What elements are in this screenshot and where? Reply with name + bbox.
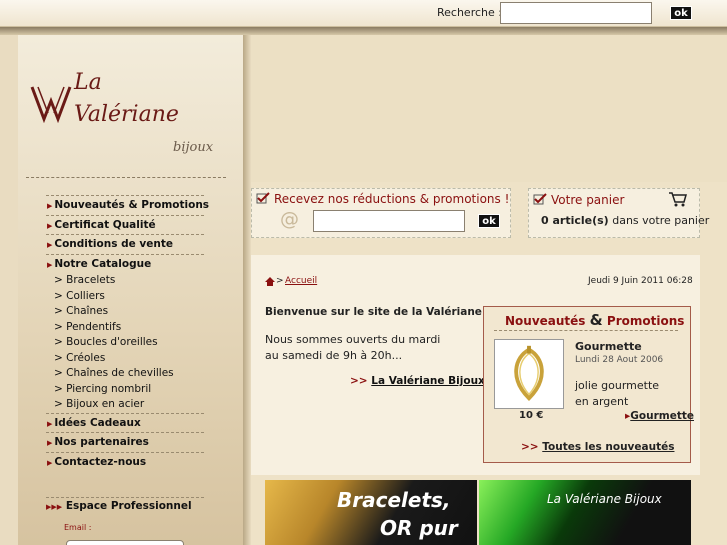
product-date: Lundi 28 Aout 2006 bbox=[575, 355, 664, 365]
nav-item-nouveautes[interactable]: ▶ Nouveautés & Promotions bbox=[46, 195, 209, 215]
cart-count-value: 0 article(s) bbox=[541, 214, 609, 227]
logo-line2: Valériane bbox=[74, 102, 179, 127]
catalogue-item-acier[interactable]: > Bijoux en acier bbox=[46, 397, 204, 413]
logo-icon[interactable] bbox=[30, 83, 72, 123]
checkmark-icon bbox=[256, 192, 270, 204]
sidebar-edge bbox=[243, 35, 251, 545]
double-arrow-icon: >> bbox=[350, 375, 368, 387]
catalogue-item-creoles[interactable]: > Créoles bbox=[46, 351, 204, 367]
newsletter-email-input[interactable] bbox=[313, 210, 465, 232]
cart-count-suffix: dans votre panier bbox=[608, 214, 710, 227]
arrow-icon: ▶ bbox=[47, 458, 53, 467]
arrow-icon: ▶ bbox=[47, 439, 53, 447]
sidebar-nav: ▶ Nouveautés & Promotions ▶ Certificat Qua… bbox=[46, 195, 209, 472]
search-input[interactable] bbox=[500, 2, 652, 24]
product-image[interactable] bbox=[494, 339, 564, 409]
top-banner bbox=[251, 35, 727, 182]
catalogue-item-boucles[interactable]: > Boucles d'oreilles bbox=[46, 335, 204, 351]
nav-item-label: Conditions de vente bbox=[54, 238, 173, 250]
welcome-title: Bienvenue sur le site de la Valériane bbox=[265, 306, 482, 318]
ad1-line2: OR pur bbox=[380, 516, 458, 540]
catalogue-item-chevilles[interactable]: > Chaînes de chevilles bbox=[46, 366, 204, 382]
product-link[interactable]: ▸Gourmette bbox=[625, 410, 694, 422]
pro-email-input[interactable] bbox=[66, 540, 184, 545]
arrow-icon: ▶ bbox=[47, 419, 53, 428]
bracelets-ad-banner[interactable]: Bracelets, OR pur bbox=[265, 480, 477, 545]
nav-item-certificat[interactable]: ▶ Certificat Qualité bbox=[46, 214, 204, 235]
nav-item-label: Notre Catalogue bbox=[54, 257, 152, 270]
nav-item-contact[interactable]: ▶ Contactez-nous bbox=[46, 451, 204, 472]
search-label: Recherche : bbox=[437, 6, 502, 19]
pro-space-label: Espace Professionnel bbox=[65, 500, 192, 512]
breadcrumb-separator: > bbox=[276, 276, 284, 286]
product-description: jolie gourmette en argent bbox=[575, 379, 660, 408]
arrow-icon: ▶ bbox=[47, 221, 53, 230]
arrow-icon: ▶▶▶ bbox=[46, 503, 63, 511]
promo-title-amp: & bbox=[589, 311, 603, 329]
cart-title[interactable]: Votre panier bbox=[551, 193, 624, 207]
all-new-link[interactable]: >> Toutes les nouveautés bbox=[521, 441, 674, 453]
newsletter-ok-button[interactable]: ok bbox=[478, 214, 500, 228]
promo-title: Nouveautés & Promotions bbox=[505, 311, 684, 329]
shopping-cart-icon[interactable] bbox=[668, 191, 688, 207]
ad1-line1: Bracelets, bbox=[337, 488, 451, 512]
top-shadow bbox=[0, 27, 727, 35]
at-icon: @ bbox=[280, 208, 299, 230]
promo-title-b: Promotions bbox=[606, 314, 685, 328]
valeriane-bijoux-link[interactable]: >> La Valériane Bijoux bbox=[350, 375, 485, 387]
product-name: Gourmette bbox=[575, 340, 642, 353]
promo-title-a: Nouveautés bbox=[505, 314, 586, 328]
valeriane-bijoux-link-label: La Valériane Bijoux bbox=[371, 375, 485, 387]
nav-item-label: Idées Cadeaux bbox=[54, 416, 141, 429]
arrow-icon: ▶ bbox=[47, 260, 53, 269]
promo-divider bbox=[494, 330, 678, 331]
catalogue-item-piercing[interactable]: > Piercing nombril bbox=[46, 382, 204, 398]
nav-item-label: Nouveautés & Promotions bbox=[54, 199, 210, 211]
breadcrumb-home-link[interactable]: Accueil bbox=[285, 276, 317, 286]
pro-email-label: Email : bbox=[64, 523, 92, 532]
nav-item-label: Nos partenaires bbox=[54, 436, 149, 448]
search-ok-button[interactable]: ok bbox=[670, 6, 692, 20]
all-new-link-label: Toutes les nouveautés bbox=[542, 441, 675, 453]
product-link-label: Gourmette bbox=[630, 410, 694, 422]
catalogue-item-pendentifs[interactable]: > Pendentifs bbox=[46, 320, 204, 336]
current-date: Jeudi 9 Juin 2011 06:28 bbox=[588, 276, 693, 286]
catalogue-item-colliers[interactable]: > Colliers bbox=[46, 289, 204, 305]
nav-item-partenaires[interactable]: ▶ Nos partenaires bbox=[46, 432, 204, 452]
nav-item-cadeaux[interactable]: ▶ Idées Cadeaux bbox=[46, 412, 204, 433]
nav-item-label: Certificat Qualité bbox=[54, 218, 156, 231]
nav-item-conditions[interactable]: ▶ Conditions de vente bbox=[46, 234, 204, 254]
nav-item-label: Contactez-nous bbox=[54, 455, 147, 468]
sidebar-divider bbox=[26, 177, 226, 178]
catalogue-item-bracelets[interactable]: > Bracelets bbox=[46, 273, 204, 289]
logo-line3: bijoux bbox=[173, 140, 214, 155]
ad2-text: La Valériane Bijoux bbox=[547, 492, 662, 506]
cart-count: 0 article(s) dans votre panier bbox=[541, 214, 709, 227]
product-price: 10 € bbox=[519, 410, 544, 421]
opening-hours: Nous sommes ouverts du mardi au samedi d… bbox=[265, 333, 441, 362]
double-arrow-icon: >> bbox=[521, 441, 539, 453]
catalogue-item-chaines[interactable]: > Chaînes bbox=[46, 304, 204, 320]
newsletter-title: Recevez nos réductions & promotions ! bbox=[274, 192, 510, 206]
checkmark-icon bbox=[533, 193, 547, 205]
arrow-icon: ▶ bbox=[47, 241, 53, 249]
home-icon[interactable] bbox=[265, 277, 275, 286]
arrow-icon: ▶ bbox=[47, 202, 53, 210]
nav-item-catalogue[interactable]: ▶ Notre Catalogue bbox=[46, 253, 204, 274]
logo-line1: La bbox=[74, 70, 102, 95]
pro-space-title: ▶▶▶ Espace Professionnel bbox=[46, 497, 204, 512]
valeriane-ad-banner[interactable]: La Valériane Bijoux bbox=[479, 480, 691, 545]
